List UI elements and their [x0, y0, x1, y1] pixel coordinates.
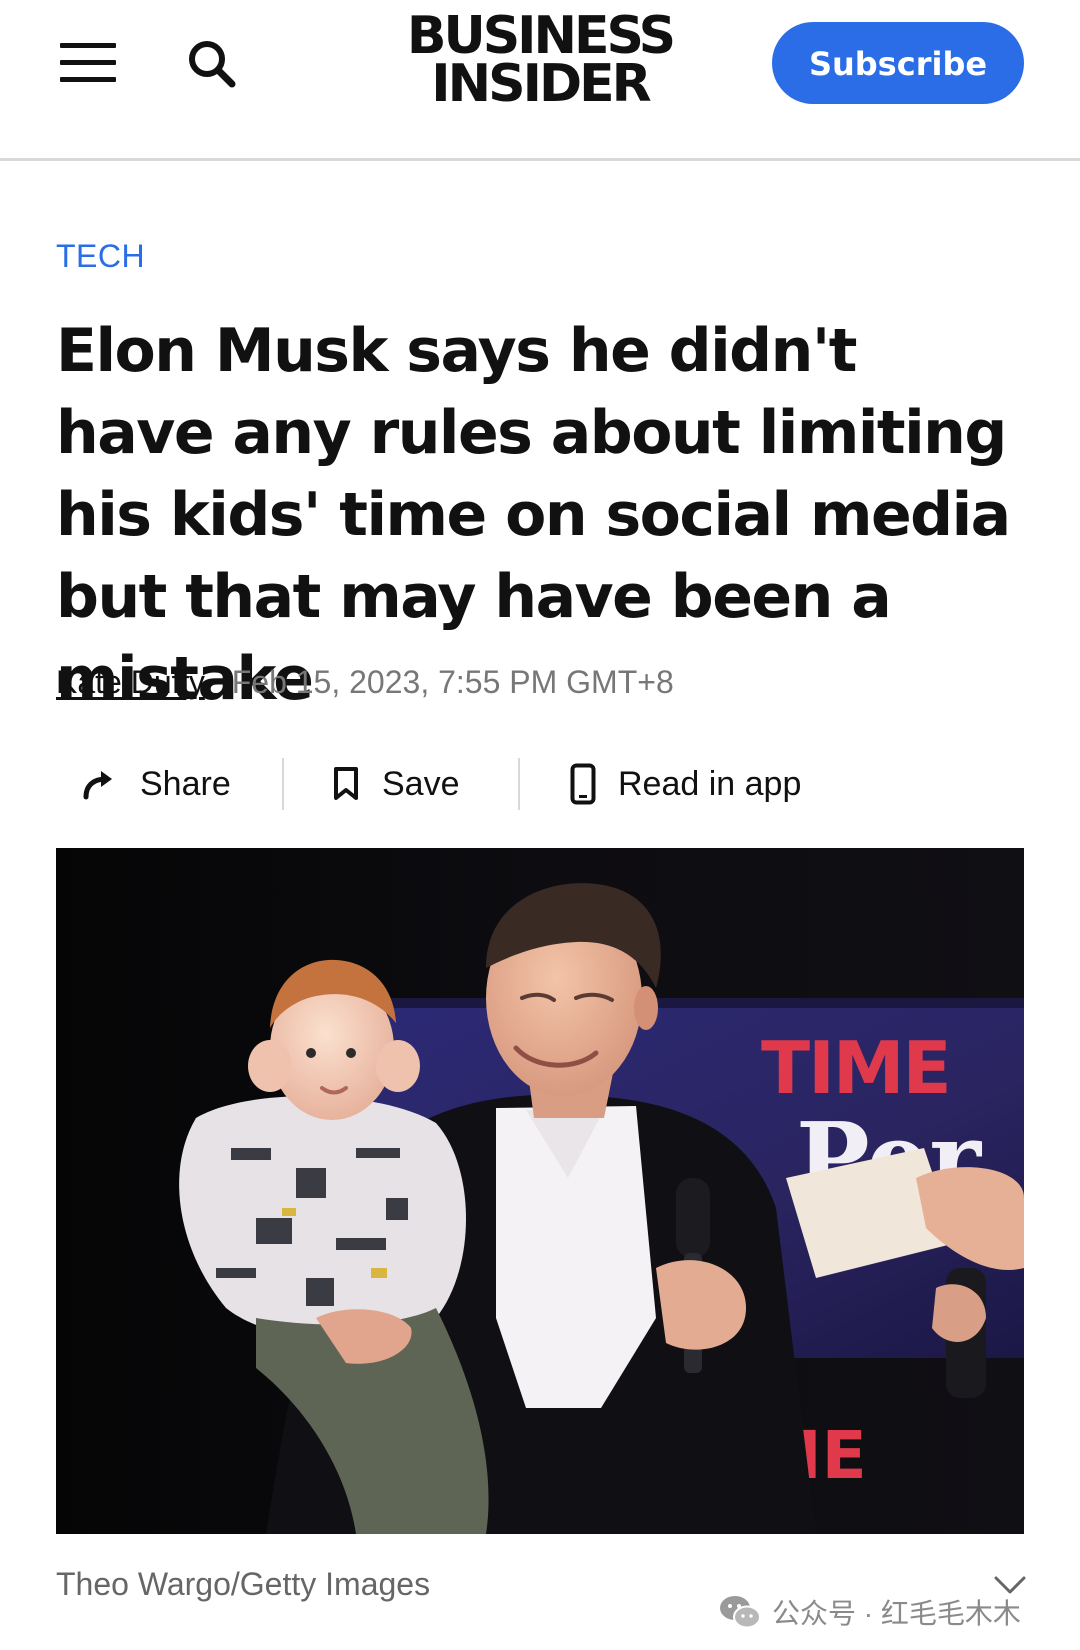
article-actions: Share Save Read in app — [56, 752, 856, 816]
byline: Kate Duffy Feb 15, 2023, 7:55 PM GMT+8 — [56, 664, 674, 701]
article-headline: Elon Musk says he didn't have any rules … — [56, 316, 1011, 714]
logo-line-business: BUSINESS — [406, 6, 676, 66]
watermark-text: 公众号 · 红毛毛木木 — [772, 1598, 1021, 1629]
action-divider — [282, 758, 284, 810]
share-arrow-icon — [83, 771, 112, 800]
bookmark-icon — [334, 767, 358, 800]
backdrop-time-text: TIME — [761, 1026, 950, 1110]
author-link[interactable]: Kate Duffy — [56, 664, 205, 700]
share-label: Share — [140, 764, 231, 803]
chevron-down-icon — [994, 1576, 1026, 1594]
wechat-icon — [720, 1596, 761, 1629]
more-button[interactable] — [990, 1572, 1030, 1600]
menu-button[interactable] — [56, 40, 120, 84]
share-button[interactable]: Share — [82, 752, 231, 816]
watermark: 公众号 · 红毛毛木木 — [718, 1590, 1021, 1634]
subscribe-button[interactable]: Subscribe — [772, 22, 1024, 104]
save-button[interactable]: Save — [332, 752, 460, 816]
action-divider — [518, 758, 520, 810]
site-logo[interactable]: BUSINESS INSIDER — [375, 6, 705, 114]
read-in-app-label: Read in app — [618, 764, 802, 803]
photo-caption: Theo Wargo/Getty Images — [56, 1566, 431, 1602]
save-label: Save — [382, 764, 460, 803]
publish-date: Feb 15, 2023, 7:55 PM GMT+8 — [231, 664, 674, 700]
site-header: BUSINESS INSIDER Subscribe — [0, 0, 1080, 161]
read-in-app-button[interactable]: Read in app — [570, 752, 801, 816]
photo-illustration: TIME Per ME — [56, 848, 1024, 1534]
logo-line-insider: INSIDER — [431, 54, 651, 114]
search-button[interactable] — [184, 36, 240, 92]
category-link[interactable]: TECH — [56, 238, 145, 275]
article-photo[interactable]: TIME Per ME — [56, 848, 1024, 1534]
phone-icon — [570, 763, 596, 805]
search-icon — [189, 41, 236, 88]
